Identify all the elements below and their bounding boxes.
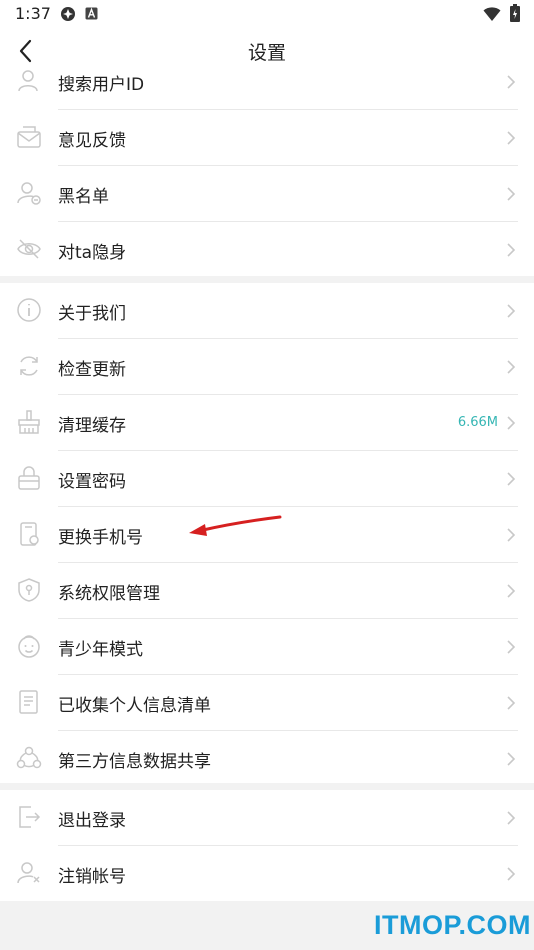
font-a-icon bbox=[85, 7, 98, 20]
settings-row-personal-info-list[interactable]: 已收集个人信息清单 bbox=[0, 675, 534, 731]
chevron-right-icon bbox=[507, 811, 516, 825]
row-label: 注销帐号 bbox=[58, 867, 126, 887]
status-bar: 1:37 bbox=[0, 0, 534, 30]
broom-icon bbox=[18, 410, 40, 434]
settings-row-delete-account[interactable]: 注销帐号 bbox=[0, 846, 534, 902]
phone-icon bbox=[20, 522, 39, 546]
shield-icon bbox=[18, 578, 40, 602]
row-label: 更换手机号 bbox=[58, 528, 143, 548]
settings-row-blacklist[interactable]: 黑名单 bbox=[0, 166, 534, 222]
delete-account-icon bbox=[17, 862, 40, 884]
watermark-logo: ITMOP.COM bbox=[374, 910, 532, 940]
document-icon bbox=[19, 690, 38, 714]
settings-section-account-actions: 退出登录 注销帐号 bbox=[0, 790, 534, 901]
chevron-right-icon bbox=[507, 472, 516, 486]
settings-screen: 1:37 设置 搜索用户ID 意见反馈 黑名单 对ta隐身 关于我们 检查更新 … bbox=[0, 0, 534, 950]
row-label: 已收集个人信息清单 bbox=[58, 696, 211, 716]
settings-row-permissions[interactable]: 系统权限管理 bbox=[0, 563, 534, 619]
cache-size-value: 6.66M bbox=[457, 415, 498, 430]
chevron-right-icon bbox=[507, 131, 516, 145]
invisible-icon bbox=[17, 239, 41, 259]
row-label: 退出登录 bbox=[58, 811, 126, 831]
row-label: 青少年模式 bbox=[58, 640, 143, 660]
chevron-right-icon bbox=[507, 75, 516, 89]
row-label: 意见反馈 bbox=[58, 131, 126, 151]
settings-section-account: 搜索用户ID 意见反馈 黑名单 对ta隐身 bbox=[0, 70, 534, 278]
row-label: 清理缓存 bbox=[58, 416, 126, 436]
settings-row-clear-cache[interactable]: 清理缓存 6.66M bbox=[0, 395, 534, 451]
settings-row-about-us[interactable]: 关于我们 bbox=[0, 283, 534, 339]
settings-row-invisible[interactable]: 对ta隐身 bbox=[0, 222, 534, 278]
share-icon bbox=[16, 746, 42, 769]
chevron-right-icon bbox=[507, 696, 516, 710]
lock-icon bbox=[18, 466, 40, 490]
chevron-right-icon bbox=[507, 304, 516, 318]
chevron-right-icon bbox=[507, 584, 516, 598]
sync-icon bbox=[61, 7, 75, 21]
row-label: 第三方信息数据共享 bbox=[58, 752, 211, 772]
settings-row-set-password[interactable]: 设置密码 bbox=[0, 451, 534, 507]
chevron-right-icon bbox=[507, 243, 516, 257]
settings-row-feedback[interactable]: 意见反馈 bbox=[0, 110, 534, 166]
chevron-right-icon bbox=[507, 867, 516, 881]
settings-row-check-update[interactable]: 检查更新 bbox=[0, 339, 534, 395]
blacklist-icon bbox=[17, 182, 41, 205]
row-label: 关于我们 bbox=[58, 304, 126, 324]
settings-row-search-user-id[interactable]: 搜索用户ID bbox=[0, 54, 534, 110]
chevron-right-icon bbox=[507, 360, 516, 374]
child-icon bbox=[18, 635, 40, 658]
row-label: 对ta隐身 bbox=[58, 243, 127, 263]
settings-row-third-party-sharing[interactable]: 第三方信息数据共享 bbox=[0, 731, 534, 787]
settings-row-teen-mode[interactable]: 青少年模式 bbox=[0, 619, 534, 675]
chevron-right-icon bbox=[507, 640, 516, 654]
battery-icon bbox=[510, 4, 520, 22]
info-icon bbox=[17, 298, 41, 322]
row-label: 检查更新 bbox=[58, 360, 126, 380]
feedback-icon bbox=[17, 126, 41, 148]
row-label: 设置密码 bbox=[58, 472, 126, 492]
chevron-right-icon bbox=[507, 187, 516, 201]
status-time: 1:37 bbox=[15, 4, 51, 23]
chevron-right-icon bbox=[507, 752, 516, 766]
refresh-icon bbox=[20, 356, 38, 376]
wifi-icon bbox=[483, 7, 501, 21]
annotation-arrow-icon bbox=[189, 515, 282, 536]
chevron-right-icon bbox=[507, 528, 516, 542]
chevron-right-icon bbox=[507, 416, 516, 430]
search-user-icon bbox=[18, 70, 38, 92]
logout-icon bbox=[19, 806, 41, 828]
row-label: 搜索用户ID bbox=[58, 75, 145, 95]
row-label: 系统权限管理 bbox=[58, 584, 160, 604]
settings-row-logout[interactable]: 退出登录 bbox=[0, 790, 534, 846]
row-label: 黑名单 bbox=[58, 187, 109, 207]
